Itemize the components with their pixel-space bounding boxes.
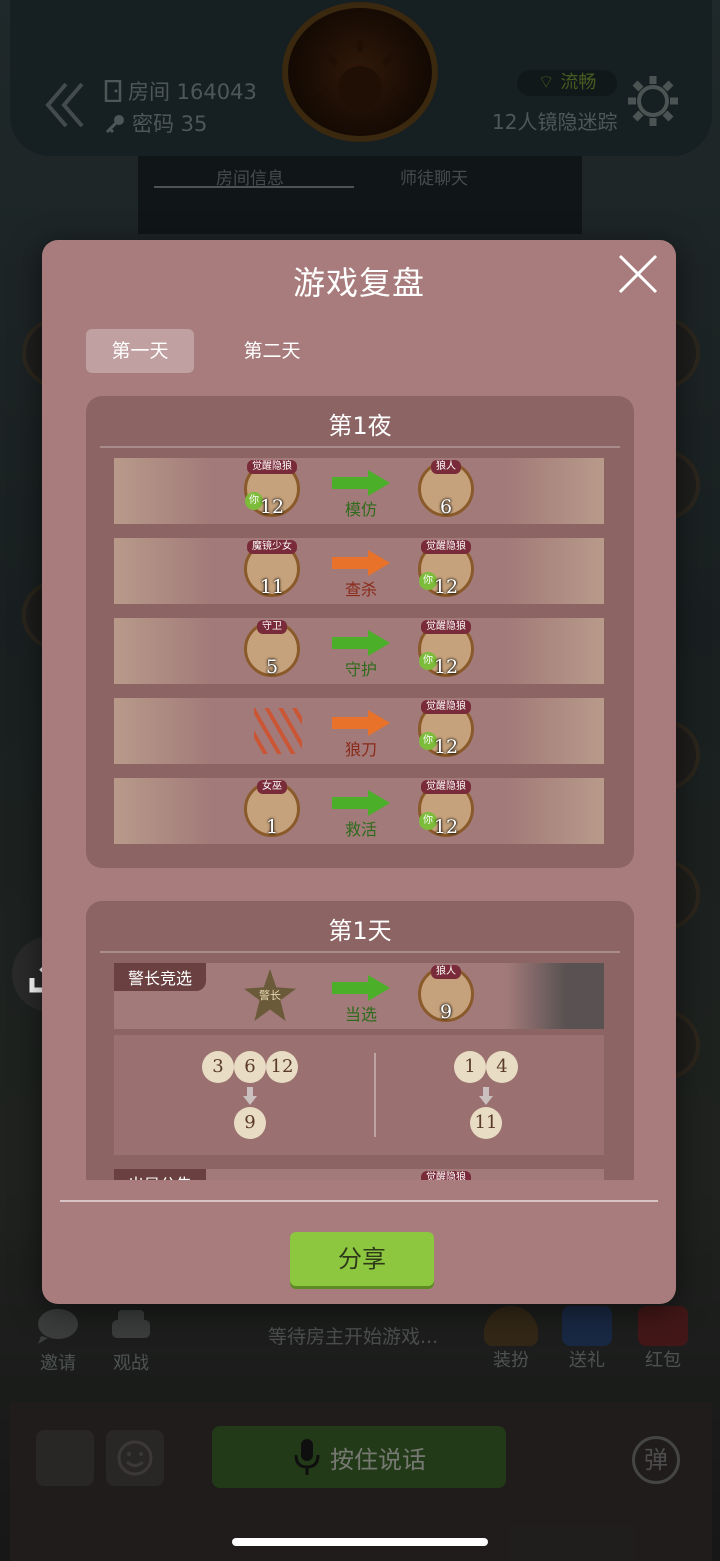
target-portrait (506, 458, 604, 524)
actor-portrait (114, 538, 212, 604)
voter-seat: 3 (202, 1051, 234, 1083)
actor-portrait (114, 458, 212, 524)
seat-number: 11 (259, 576, 285, 598)
seat-avatar: 觉醒隐狼你 12 (418, 700, 474, 758)
close-icon[interactable] (618, 254, 658, 294)
seat-number: 9 (439, 1001, 453, 1023)
arrow-down-icon (479, 1087, 493, 1105)
action-verb: 当选 (344, 1005, 377, 1024)
action-verb: 模仿 (344, 500, 377, 519)
day-section: 第1天 警长竞选 警长 当选 狼人 9 3 6 12 9 1 4 11 觉醒隐狼 (86, 901, 634, 1180)
day-title: 第1天 (328, 917, 392, 945)
role-badge: 守卫 (257, 620, 287, 634)
role-badge: 魔镜少女 (247, 540, 297, 554)
seat-number: 12 (433, 656, 459, 678)
seat-number: 5 (265, 656, 279, 678)
sheriff-election-tag: 警长竞选 (114, 963, 207, 991)
seat-number: 12 (433, 736, 459, 758)
seat-number: 12 (259, 496, 285, 518)
replay-scroll-area[interactable]: 第1夜 觉醒隐狼你 12 模仿 狼人 6 魔镜少女 11 查杀 觉醒隐狼你 12 守卫 5 守护 觉醒隐狼… (86, 396, 634, 1180)
divider (100, 446, 620, 448)
role-badge: 觉醒隐狼 (421, 540, 471, 554)
actor-portrait (114, 618, 212, 684)
night-section: 第1夜 觉醒隐狼你 12 模仿 狼人 6 魔镜少女 11 查杀 觉醒隐狼你 12 守卫 5 守护 觉醒隐狼… (86, 396, 634, 868)
voter-seat: 1 (454, 1051, 486, 1083)
arrow-down-icon (243, 1087, 257, 1105)
sheriff-badge-text: 警长 (259, 989, 281, 1002)
night-action-row: 女巫 1 救活 觉醒隐狼你 12 (114, 778, 604, 844)
seat-avatar: 狼人 9 (418, 965, 474, 1023)
voter-seat: 6 (234, 1051, 266, 1083)
dialog-title: 游戏复盘 (292, 264, 425, 302)
arrow-right-icon (332, 790, 390, 816)
arrow-right-icon (332, 470, 390, 496)
target-portrait (506, 618, 604, 684)
home-indicator (232, 1538, 488, 1546)
arrow-right-icon (332, 550, 390, 576)
seat-number: 12 (433, 576, 459, 598)
game-replay-dialog: 游戏复盘 第一天 第二天 第1夜 觉醒隐狼你 12 模仿 狼人 6 魔镜少女 11 查杀 觉醒隐… (42, 240, 676, 1304)
sheriff-vote-summary: 3 6 12 9 1 4 11 (114, 1035, 604, 1155)
arrow-right-icon (332, 630, 390, 656)
sheriff-election-row: 警长竞选 警长 当选 狼人 9 (114, 963, 604, 1029)
seat-avatar: 魔镜少女 11 (244, 540, 300, 598)
seat-avatar: 守卫 5 (244, 620, 300, 678)
seat-avatar: 觉醒隐狼你 12 (244, 460, 300, 518)
arrow-right-icon (332, 710, 390, 736)
actor-portrait (114, 778, 212, 844)
elimination-row: 出局公告 觉醒隐狼 (114, 1169, 604, 1180)
role-badge: 狼人 (431, 460, 461, 474)
sheriff-badge-icon: 警长 (244, 969, 296, 1021)
role-badge: 觉醒隐狼 (421, 1171, 471, 1180)
night-action-row: 觉醒隐狼你 12 模仿 狼人 6 (114, 458, 604, 524)
seat-number: 6 (439, 496, 453, 518)
candidate-seat: 11 (470, 1107, 502, 1139)
tab-day-one[interactable]: 第一天 (86, 329, 194, 373)
divider (60, 1200, 658, 1202)
seat-avatar: 觉醒隐狼 (418, 1171, 474, 1180)
night-action-row: 狼刀 觉醒隐狼你 12 (114, 698, 604, 764)
target-portrait (506, 778, 604, 844)
seat-avatar: 觉醒隐狼你 12 (418, 620, 474, 678)
voter-seat: 12 (266, 1051, 298, 1083)
claw-slash-icon (254, 708, 302, 754)
role-badge: 觉醒隐狼 (421, 620, 471, 634)
arrow-right-icon (332, 975, 390, 1001)
seat-avatar: 觉醒隐狼你 12 (418, 540, 474, 598)
action-verb: 救活 (344, 820, 377, 839)
candidate-seat: 9 (234, 1107, 266, 1139)
tab-day-two[interactable]: 第二天 (218, 329, 326, 373)
seat-avatar: 女巫 1 (244, 780, 300, 838)
elimination-tag: 出局公告 (114, 1169, 207, 1180)
target-portrait (506, 698, 604, 764)
role-badge: 觉醒隐狼 (247, 460, 297, 474)
seat-avatar: 狼人 6 (418, 460, 474, 518)
role-badge: 觉醒隐狼 (421, 780, 471, 794)
werewolf-portrait (506, 963, 604, 1029)
role-badge: 觉醒隐狼 (421, 700, 471, 714)
night-action-row: 魔镜少女 11 查杀 觉醒隐狼你 12 (114, 538, 604, 604)
action-verb: 守护 (344, 660, 377, 679)
seat-avatar: 觉醒隐狼你 12 (418, 780, 474, 838)
action-verb: 查杀 (344, 580, 377, 599)
role-badge: 女巫 (257, 780, 287, 794)
share-button[interactable]: 分享 (290, 1232, 434, 1286)
actor-portrait (114, 698, 212, 764)
role-badge: 狼人 (431, 965, 461, 979)
seat-number: 1 (265, 816, 279, 838)
seat-number: 12 (433, 816, 459, 838)
divider (374, 1053, 376, 1137)
divider (100, 951, 620, 953)
action-verb: 狼刀 (344, 740, 377, 759)
target-portrait (506, 538, 604, 604)
night-title: 第1夜 (328, 412, 392, 440)
voter-seat: 4 (486, 1051, 518, 1083)
night-action-row: 守卫 5 守护 觉醒隐狼你 12 (114, 618, 604, 684)
